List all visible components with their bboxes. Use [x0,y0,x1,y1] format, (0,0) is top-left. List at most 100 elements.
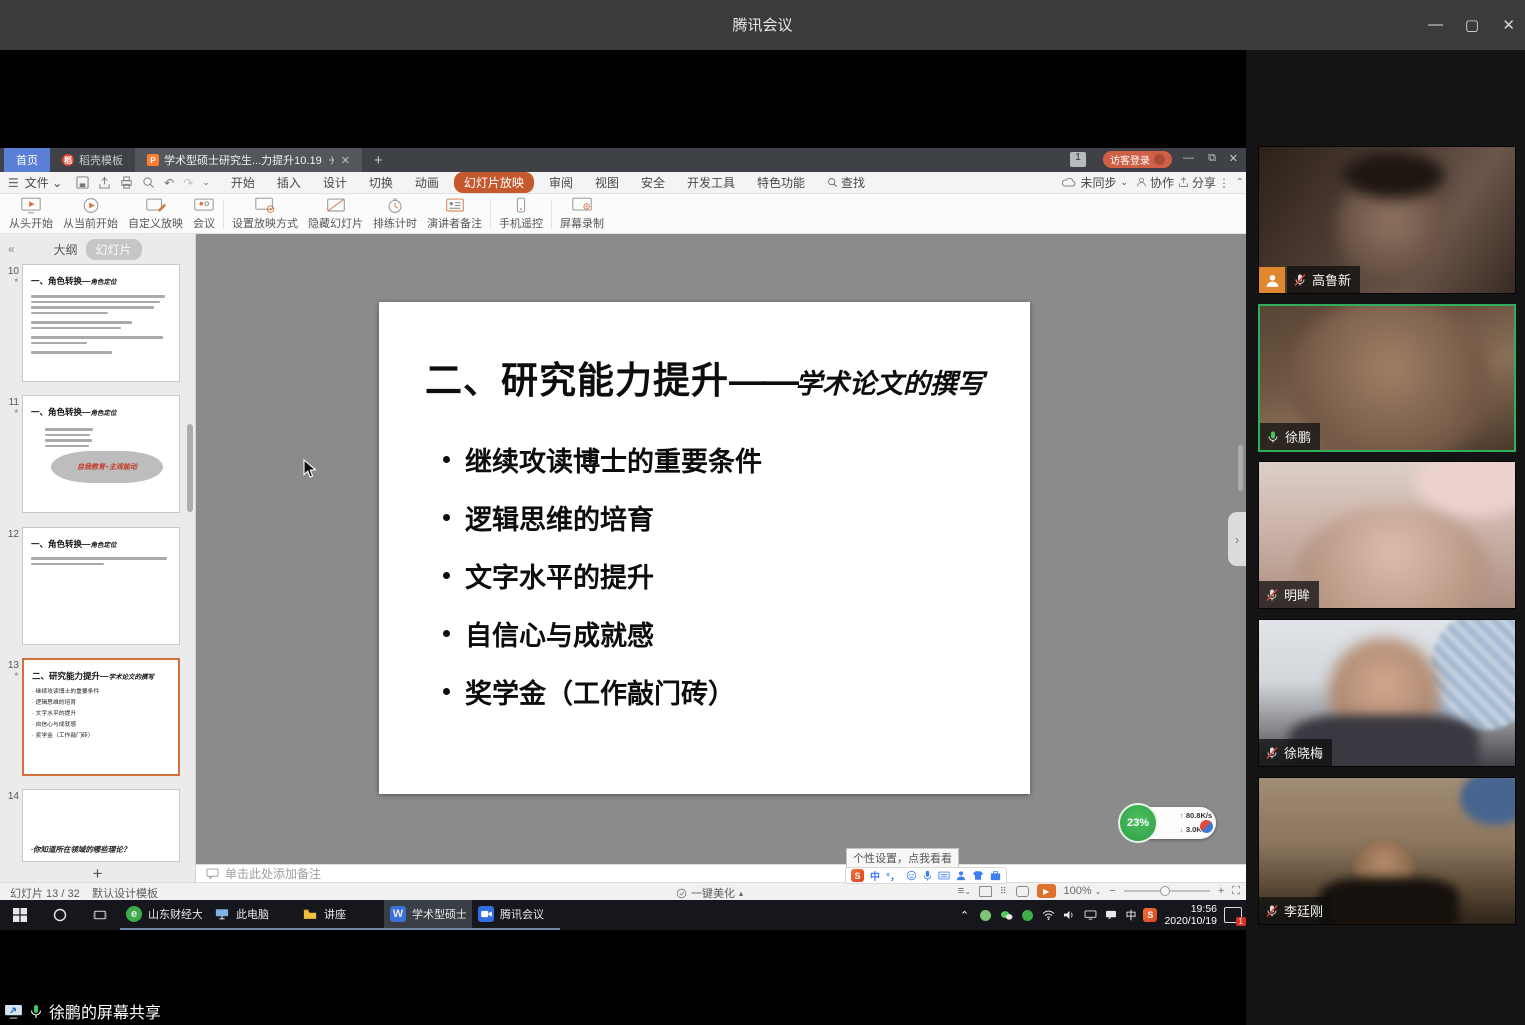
ribbon-setup-show[interactable]: 设置放映方式 [227,197,303,231]
slide-sorter-icon[interactable]: ⠿ [1000,886,1008,897]
menu-animation[interactable]: 动画 [404,174,450,191]
ribbon-hide-slide[interactable]: 隐藏幻灯片 [303,197,368,231]
pin-icon[interactable] [327,156,336,165]
start-button[interactable] [0,900,40,930]
profile-icon[interactable] [956,870,966,881]
menu-features[interactable]: 特色功能 [746,174,816,191]
new-tab-button[interactable]: + [362,148,395,172]
menu-start[interactable]: 开始 [220,174,266,191]
toolbox-icon[interactable] [990,870,1001,881]
taskbar-app-folder[interactable]: 讲座 [296,900,384,930]
add-slide-button[interactable]: + [0,864,196,882]
menu-view[interactable]: 视图 [584,174,630,191]
menu-insert[interactable]: 插入 [266,174,312,191]
tab-home[interactable]: 首页 [4,148,50,172]
menu-devtools[interactable]: 开发工具 [676,174,746,191]
usage-percent-circle[interactable]: 23% [1118,803,1158,843]
notes-toggle-icon[interactable]: ≡⌄ [958,885,971,897]
slides-tab[interactable]: 幻灯片 [86,239,142,260]
collapse-panel-icon[interactable]: « [8,242,15,256]
normal-view-icon[interactable] [979,886,992,897]
cortana-button[interactable] [40,900,80,930]
fit-screen-icon[interactable]: ⛶ [1232,885,1240,898]
tray-wechat-icon[interactable] [999,908,1013,922]
menu-transition[interactable]: 切换 [358,174,404,191]
emoji-icon[interactable] [906,870,917,881]
collab-button[interactable]: 协作 [1136,174,1174,191]
participant-tile-speaking[interactable]: 徐鹏 [1258,304,1516,452]
reading-view-icon[interactable] [1016,886,1029,897]
tray-sogou-icon[interactable]: S [1143,908,1157,922]
action-center-icon[interactable]: 1 [1224,907,1242,923]
outline-tab[interactable]: 大纲 [53,241,77,258]
task-view-button[interactable] [80,900,120,930]
sync-status[interactable]: 未同步⌄ [1062,174,1128,191]
display-icon[interactable] [1083,908,1097,922]
slide-thumbnail-11[interactable]: 11★ 一、角色转换—角色定位 自我教育+主观能动 [4,395,192,513]
participant-tile[interactable]: 明眸 [1258,461,1516,609]
menu-slideshow-active[interactable]: 幻灯片放映 [454,172,534,193]
zoom-slider[interactable] [1124,890,1210,892]
volume-icon[interactable] [1062,908,1076,922]
tray-expand-icon[interactable]: ⌃ [957,908,971,922]
wifi-icon[interactable] [1041,908,1055,922]
zoom-in-button[interactable]: + [1218,885,1224,897]
beautify-button[interactable]: 一键美化▴ [676,885,743,901]
tray-guard-icon[interactable] [978,908,992,922]
slide-thumbnail-14[interactable]: 14 ·你知道所在领域的哪些理论？ [4,789,192,862]
redo-icon[interactable]: ↷ [183,176,193,190]
tab-close-icon[interactable]: ✕ [341,154,350,167]
tray-lang-indicator[interactable]: 中 [1125,907,1136,923]
tab-current-document[interactable]: P 学术型硕士研究生...力提升10.19 ✕ [135,148,362,172]
ime-lang-toggle[interactable]: 中 [870,868,880,883]
keyboard-icon[interactable] [938,871,950,880]
menu-file[interactable]: 文件 ⌄ [19,174,66,191]
find-button[interactable]: 查找 [816,174,876,191]
tray-message-icon[interactable] [1104,908,1118,922]
participant-tile[interactable]: 徐晓梅 [1258,619,1516,767]
tray-updater-icon[interactable] [1020,908,1034,922]
participant-tile[interactable]: 李廷刚 [1258,777,1516,925]
wps-close-icon[interactable]: ✕ [1229,152,1238,165]
boost-badge-icon[interactable] [1199,819,1214,834]
more-menu-icon[interactable]: ⋮ [1218,176,1230,190]
zoom-value[interactable]: 100% ⌄ [1064,885,1102,897]
voice-input-icon[interactable] [923,870,932,881]
output-icon[interactable] [98,176,111,189]
menu-design[interactable]: 设计 [312,174,358,191]
taskbar-app-tencent-meeting[interactable]: 腾讯会议 [472,900,560,930]
ribbon-play-from-current[interactable]: 从当前开始 [58,197,123,231]
slide-thumbnail-10[interactable]: 10★ 一、角色转换—角色定位 [4,264,192,382]
hamburger-icon[interactable]: ☰ [8,176,19,190]
maximize-button[interactable]: ▢ [1465,16,1479,34]
sogou-logo-icon[interactable]: S [851,869,864,882]
template-name[interactable]: 默认设计模板 [92,885,158,901]
panel-scrollbar[interactable] [187,424,193,512]
slide-editor[interactable]: 二、研究能力提升——学术论文的撰写 继续攻读博士的重要条件 逻辑思维的培育 文字… [379,302,1030,794]
ribbon-rehearse-timing[interactable]: 排练计时 [368,197,422,231]
caret-down-icon[interactable]: ⌄ [202,177,210,188]
close-button[interactable]: ✕ [1502,16,1515,34]
skin-icon[interactable] [972,870,984,881]
tray-clock[interactable]: 19:56 2020/10/19 [1164,903,1217,927]
ribbon-custom-show[interactable]: 自定义放映 [123,197,188,231]
slide-thumbnail-13-selected[interactable]: 13★ 二、研究能力提升—学术论文的撰写 · 继续攻读博士的重要条件 · 逻辑思… [4,658,192,776]
undo-icon[interactable]: ↶ [164,176,174,190]
taskbar-app-this-pc[interactable]: 此电脑 [208,900,296,930]
notes-placeholder[interactable]: 单击此处添加备注 [196,864,1246,882]
taskbar-app-wps-active[interactable]: W 学术型硕士研究生... [384,900,472,930]
collapse-ribbon-icon[interactable]: ⌃ [1236,177,1244,188]
slide-thumbnail-12[interactable]: 12 一、角色转换—角色定位 [4,527,192,645]
network-monitor-widget[interactable]: ↑ 80.8K/s ↓ 3.0K/s 23% [1118,803,1218,845]
ribbon-play-from-start[interactable]: 从头开始 [4,197,58,231]
tab-docker-templates[interactable]: 稻 稻壳模板 [50,148,135,172]
share-button[interactable]: 分享 [1178,174,1216,191]
wps-minimize-icon[interactable]: — [1183,152,1194,164]
ime-punctuation-icon[interactable]: °， [886,868,900,883]
preview-icon[interactable] [142,176,155,189]
ribbon-screen-record[interactable]: 屏幕录制 [555,197,609,231]
canvas-scrollbar[interactable] [1238,445,1243,491]
participant-tile[interactable]: 高鲁新 [1258,146,1516,294]
minimize-button[interactable]: — [1428,16,1443,33]
print-icon[interactable] [120,176,133,189]
